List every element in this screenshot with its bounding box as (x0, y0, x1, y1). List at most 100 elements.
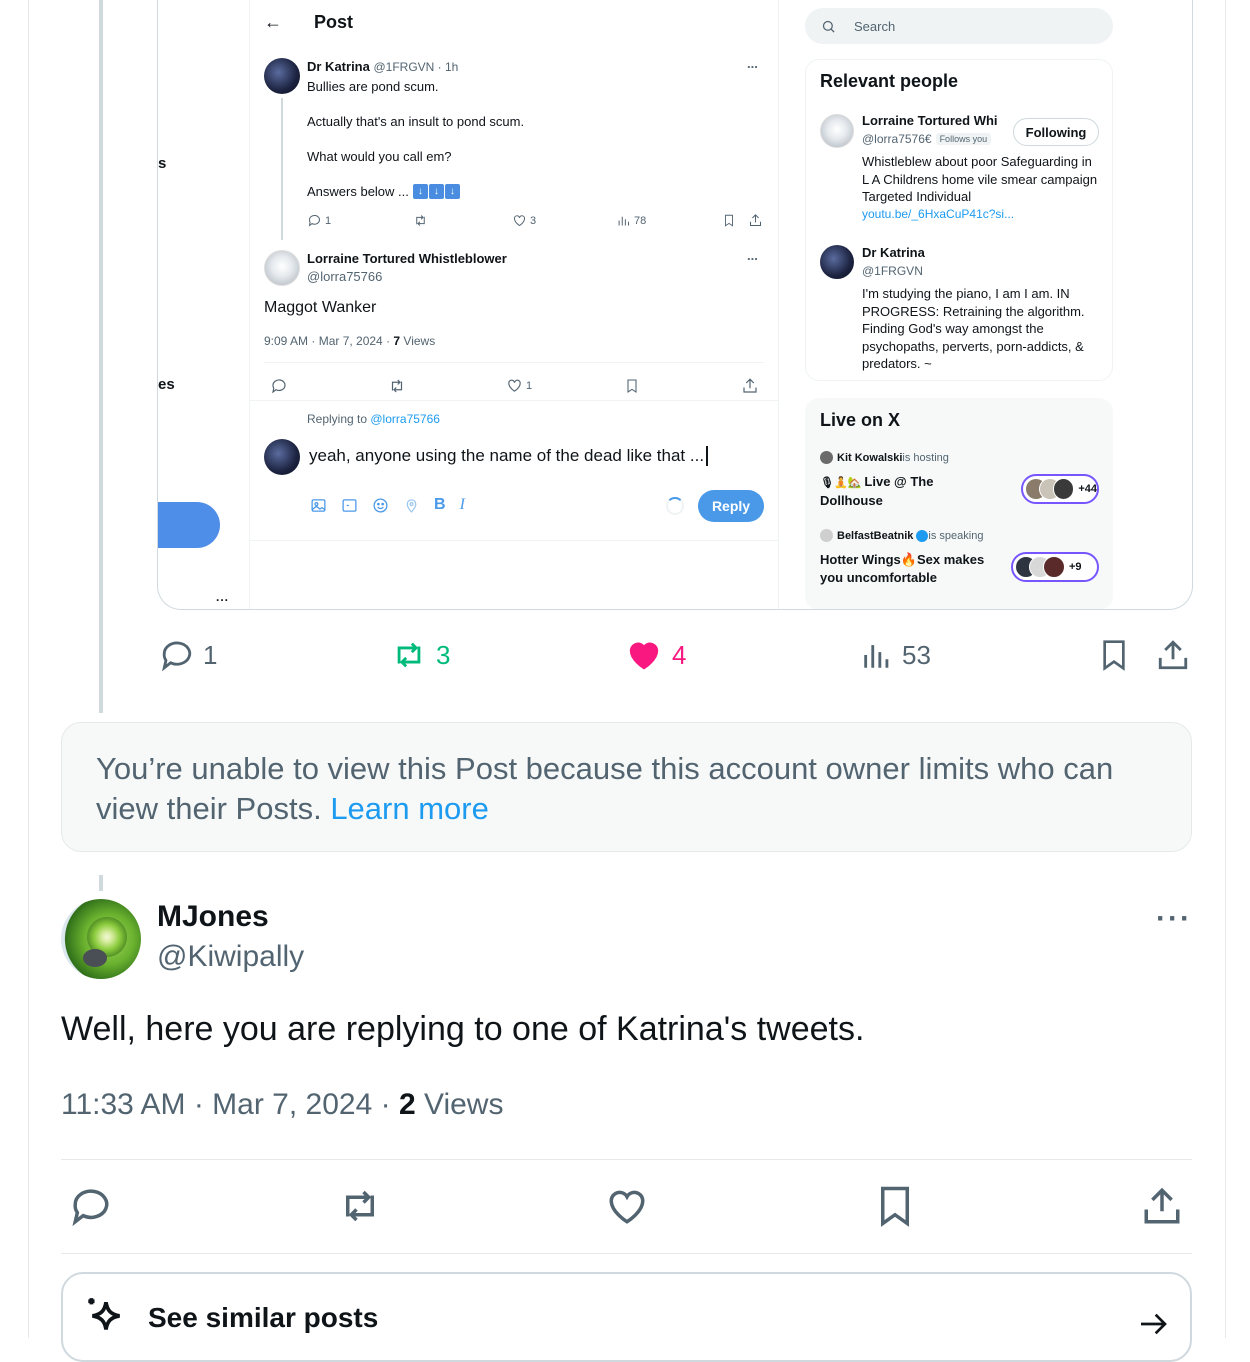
person-link: youtu.be/_6HxaCuP41c?si... (862, 207, 1015, 221)
author-handle[interactable]: @Kiwipally (157, 940, 304, 974)
space-status: is hosting (902, 451, 949, 464)
reply-button: Reply (698, 490, 764, 522)
views-action[interactable]: 53 (860, 638, 931, 672)
views-count: 2 (398, 1088, 416, 1121)
replying-to-handle: @lorra75766 (370, 412, 440, 426)
avatar (264, 250, 300, 286)
divider (250, 540, 779, 541)
person-handle: @lorra7576€ (862, 132, 932, 146)
like-button[interactable] (606, 1185, 648, 1227)
tweet-text: What would you call em? (307, 149, 452, 164)
emoji-icon (373, 497, 388, 513)
author-name: Dr Katrina (307, 59, 370, 74)
space-host-row: Kit Kowalski is hosting (820, 451, 949, 464)
space-title-line: Hotter Wings (820, 552, 901, 567)
bookmark-icon (725, 214, 733, 227)
share-button[interactable] (1141, 1185, 1183, 1227)
italic-icon: I (459, 496, 465, 513)
reply-action: 1 (307, 213, 331, 228)
embedded-page-title: Post (314, 12, 354, 32)
learn-more-link[interactable]: Learn more (330, 791, 489, 826)
heart-icon (508, 379, 521, 392)
avatar[interactable] (61, 899, 141, 979)
tweet-text: Actually that's an insult to pond scum. (307, 114, 525, 129)
reply-icon (272, 379, 286, 394)
search-bar: Search (805, 8, 1113, 44)
space-listeners: +44 (1021, 474, 1099, 504)
avatar (820, 529, 833, 542)
listener-count: +9 (1069, 561, 1082, 573)
bookmark-button[interactable] (874, 1185, 916, 1227)
image-icon (311, 498, 326, 512)
repost-icon (346, 1190, 374, 1222)
repost-action[interactable]: 3 (390, 638, 450, 672)
divider (61, 1159, 1192, 1160)
restricted-post-notice: You’re unable to view this Post because … (61, 722, 1192, 852)
space-title-line: you uncomfortable (820, 570, 938, 585)
author-name[interactable]: MJones (157, 900, 269, 934)
share-action (748, 213, 763, 228)
repost-button[interactable] (338, 1185, 382, 1227)
repost-icon (391, 379, 403, 393)
repost-action (413, 213, 428, 228)
see-similar-posts-button[interactable]: See similar posts (61, 1272, 1192, 1362)
heart-filled-icon (629, 642, 659, 670)
like-count: 3 (530, 214, 537, 227)
like-action: 1 (506, 377, 532, 394)
space-title-line: Live @ The (864, 474, 934, 489)
card-title: Relevant people (820, 71, 959, 91)
share-button[interactable] (1156, 638, 1190, 672)
person-name: Lorraine Tortured Whi (862, 113, 998, 128)
reply-button[interactable] (70, 1185, 112, 1227)
tweet-text: Maggot Wanker (264, 299, 377, 316)
like-action[interactable]: 4 (626, 638, 686, 672)
person-name: Dr Katrina (862, 245, 925, 260)
replying-to: Replying to @lorra75766 (307, 412, 440, 426)
reply-draft: yeah, anyone using the name of the dead … (309, 446, 709, 466)
post-text: Well, here you are replying to one of Ka… (61, 1010, 865, 1048)
tweet-text-line: Answers below ... (307, 184, 409, 199)
timestamp: 9:09 AM · Mar 7, 2024 · (264, 334, 394, 348)
more-icon: ... (747, 56, 758, 71)
space-host: BelfastBeatnik (837, 529, 914, 542)
reply-count: 1 (325, 214, 332, 227)
bold-icon: B (434, 496, 446, 513)
reply-icon (308, 215, 320, 227)
attached-screenshot[interactable]: s es ... ← Post Dr Katrina @1FRGVN · 1h … (157, 0, 1193, 610)
nav-fragment: s (158, 155, 167, 172)
reply-icon (161, 641, 192, 672)
share-icon (1158, 640, 1188, 670)
arrow-right-icon (1141, 1313, 1167, 1335)
bookmark-icon (1103, 640, 1125, 671)
thread-line (281, 98, 283, 240)
space-listeners: +9 (1011, 552, 1099, 582)
tweet-meta: 9:09 AM · Mar 7, 2024 · 7 Views (264, 334, 435, 348)
thread-line (99, 0, 103, 713)
repost-action (388, 377, 406, 395)
author-handle: @1FRGVN · 1h (373, 60, 459, 74)
author-name: Lorraine Tortured Whistleblower (307, 251, 507, 266)
reply-action[interactable]: 1 (159, 638, 217, 672)
timestamp[interactable]: 11:33 AM · Mar 7, 2024 · (61, 1088, 399, 1121)
bookmark-button[interactable] (1098, 638, 1130, 672)
see-similar-label: See similar posts (148, 1302, 379, 1333)
heart-icon (514, 215, 525, 227)
divider (250, 400, 779, 401)
relevant-people-card: Relevant people Lorraine Tortured Whi @l… (805, 59, 1113, 381)
gif-icon (342, 498, 357, 512)
avatar (264, 439, 300, 475)
emoji-icon: 🎙🧘🏡 (820, 477, 865, 489)
verified-icon (916, 529, 929, 542)
embedded-post-button (158, 502, 220, 548)
share-icon (750, 214, 761, 226)
tweet-header: Dr Katrina @1FRGVN · 1h (307, 59, 458, 74)
avatar (820, 245, 854, 279)
more-icon[interactable]: ··· (1156, 902, 1192, 936)
nav-fragment: es (158, 376, 175, 393)
space-title: 🎙🧘🏡 Live @ The Dollhouse (820, 473, 933, 510)
down-arrow-emojis-icon: ↓ ↓ ↓ (412, 184, 460, 199)
bookmark-action (624, 377, 640, 395)
composer-toolbar: B I (310, 496, 465, 514)
views-count: 53 (902, 639, 931, 670)
share-icon (743, 378, 757, 393)
